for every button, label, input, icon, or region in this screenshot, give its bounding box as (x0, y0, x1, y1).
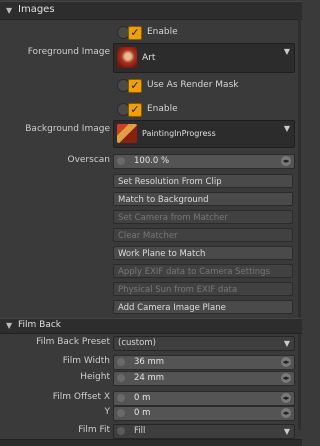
render-mask-label: Use As Render Mask (147, 80, 239, 90)
physical-sun-exif-button[interactable]: Physical Sun from EXIF data (113, 282, 293, 296)
enable-fg-label: Enable (147, 27, 178, 37)
images-section-title: Images (18, 4, 55, 15)
film-back-preset-value: (custom) (118, 338, 156, 348)
film-offset-x-label: Film Offset X (52, 392, 110, 402)
chevron-down-icon: ▼ (283, 47, 290, 56)
enable-bg-checkbox[interactable]: ✓ (128, 103, 142, 117)
art-thumbnail-icon (117, 47, 137, 68)
collapse-triangle-icon[interactable]: ▼ (6, 321, 12, 330)
film-offset-y-value: 0 m (134, 408, 151, 418)
stepper-arrows-icon[interactable]: ◂▸ (281, 373, 291, 383)
film-fit-dropdown[interactable]: Fill ▼ (113, 424, 295, 439)
enable-fg-checkbox[interactable]: ✓ (128, 26, 142, 40)
film-back-section-title: Film Back (18, 320, 62, 330)
film-width-value: 36 mm (134, 357, 165, 367)
apply-exif-button[interactable]: Apply EXIF data to Camera Settings (113, 264, 293, 278)
background-image-label: Background Image (25, 124, 110, 134)
film-height-label: Height (80, 372, 110, 382)
stepper-arrows-icon[interactable]: ◂▸ (281, 357, 291, 367)
set-camera-from-matcher-button[interactable]: Set Camera from Matcher (113, 210, 293, 224)
background-image-name: PaintingInProgress (142, 129, 216, 138)
film-height-value: 24 mm (134, 373, 165, 383)
stepper-arrows-icon[interactable]: ◂▸ (281, 156, 291, 166)
keyframe-dot-icon[interactable] (117, 427, 125, 435)
clear-matcher-button[interactable]: Clear Matcher (113, 228, 293, 242)
film-back-preset-dropdown[interactable]: (custom) ▼ (113, 336, 295, 351)
render-mask-checkbox[interactable]: ✓ (128, 79, 142, 93)
film-offset-y-label: Y (104, 407, 111, 417)
images-section-header[interactable]: ▼ Images (0, 1, 302, 20)
film-back-section-header[interactable]: ▼ Film Back (0, 318, 302, 334)
film-fit-value: Fill (134, 426, 146, 436)
set-resolution-button[interactable]: Set Resolution From Clip (113, 174, 293, 188)
stepper-arrows-icon[interactable]: ◂▸ (281, 393, 291, 403)
foreground-image-name: Art (142, 53, 156, 63)
background-image-selector[interactable]: PaintingInProgress ▼ (113, 120, 295, 148)
work-plane-to-match-button[interactable]: Work Plane to Match (113, 246, 293, 260)
film-offset-x-value: 0 m (134, 393, 151, 403)
match-background-button[interactable]: Match to Background (113, 192, 293, 206)
painting-thumbnail-icon (117, 124, 137, 143)
film-width-label: Film Width (62, 356, 110, 366)
film-offset-y-field[interactable]: 0 m ◂▸ (113, 406, 295, 421)
add-camera-image-plane-button[interactable]: Add Camera Image Plane (113, 300, 293, 314)
overscan-value: 100.0 % (134, 156, 170, 166)
scrollbar[interactable] (298, 18, 301, 430)
film-back-preset-label: Film Back Preset (36, 337, 110, 347)
film-offset-x-field[interactable]: 0 m ◂▸ (113, 391, 295, 406)
chevron-down-icon: ▼ (283, 124, 290, 133)
foreground-image-selector[interactable]: Art ▼ (113, 43, 295, 73)
overscan-label: Overscan (67, 155, 110, 165)
keyframe-dot-icon[interactable] (117, 409, 125, 417)
film-width-field[interactable]: 36 mm ◂▸ (113, 355, 295, 370)
chevron-down-icon: ▼ (283, 427, 290, 436)
collapse-triangle-icon[interactable]: ▼ (6, 6, 12, 15)
chevron-down-icon: ▼ (283, 339, 290, 348)
keyframe-dot-icon[interactable] (117, 358, 125, 366)
film-height-field[interactable]: 24 mm ◂▸ (113, 371, 295, 386)
keyframe-dot-icon[interactable] (117, 157, 125, 165)
stepper-arrows-icon[interactable]: ◂▸ (281, 408, 291, 418)
overscan-field[interactable]: 100.0 % ◂▸ (113, 154, 295, 169)
foreground-image-label: Foreground Image (27, 47, 110, 57)
enable-bg-label: Enable (147, 104, 178, 114)
keyframe-dot-icon[interactable] (117, 394, 125, 402)
keyframe-dot-icon[interactable] (117, 374, 125, 382)
film-fit-label: Film Fit (78, 425, 110, 435)
